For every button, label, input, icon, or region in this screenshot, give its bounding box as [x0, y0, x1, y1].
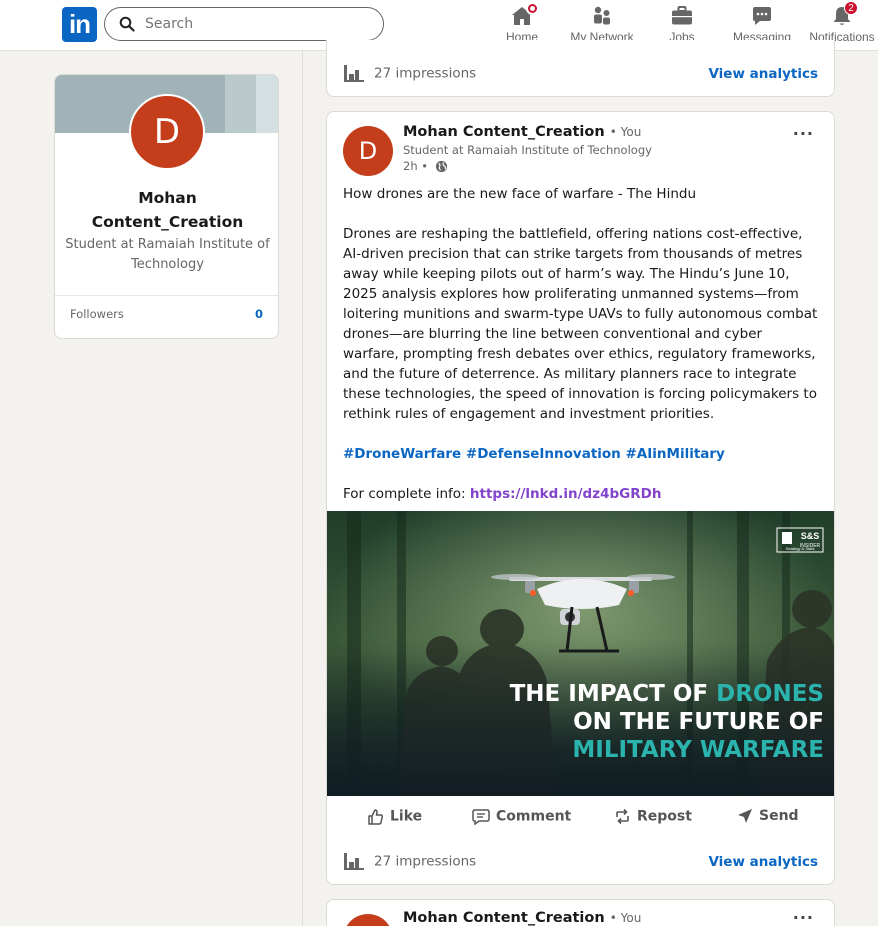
- post-image[interactable]: S&S INSIDER Strategy & Stats THE IMPACT …: [327, 511, 834, 796]
- post-info-line: For complete info: https://lnkd.in/dz4bG…: [343, 484, 821, 504]
- analytics-bars-icon: [344, 65, 364, 82]
- analytics-bars-icon: [344, 853, 364, 870]
- post-more-options-button[interactable]: ···: [793, 124, 814, 143]
- profile-divider: [55, 295, 278, 296]
- like-label: Like: [390, 808, 423, 825]
- image-headline-line1: THE IMPACT OF DRONES: [510, 681, 824, 707]
- post-author-you: • You: [609, 125, 642, 139]
- like-button[interactable]: Like: [367, 808, 422, 832]
- send-button[interactable]: Send: [737, 808, 799, 832]
- repost-icon: [616, 808, 629, 825]
- followers-count[interactable]: 0: [255, 307, 263, 321]
- post-author-headline: Student at Ramaiah Institute of Technolo…: [403, 143, 652, 157]
- view-analytics-link[interactable]: View analytics: [708, 854, 818, 870]
- linkedin-logo-icon[interactable]: in: [62, 7, 97, 42]
- home-icon: [510, 2, 539, 28]
- post-author-name[interactable]: Mohan Content_Creation: [403, 124, 605, 140]
- image-logo-top: S&S: [801, 531, 820, 541]
- post-body: Drones are reshaping the battlefield, of…: [343, 226, 818, 422]
- impressions-row[interactable]: 27 impressions: [344, 853, 476, 873]
- repost-label: Repost: [637, 808, 692, 825]
- comment-button[interactable]: Comment: [472, 808, 571, 832]
- notifications-badge: 2: [844, 1, 858, 15]
- post-author-avatar[interactable]: D: [343, 126, 393, 176]
- send-icon: [738, 809, 752, 823]
- post-card: D Mohan Content_Creation • You Student a…: [326, 111, 835, 885]
- briefcase-icon: [670, 4, 694, 28]
- next-post-author-avatar[interactable]: D: [343, 914, 393, 926]
- profile-card: D Mohan Content_Creation Student at Rama…: [54, 74, 279, 339]
- next-post-more-options-button[interactable]: ···: [793, 908, 814, 926]
- people-icon: [590, 4, 614, 28]
- bell-icon: 2: [830, 1, 858, 28]
- impressions-count: 27 impressions: [374, 853, 477, 870]
- post-text: How drones are the new face of warfare -…: [343, 184, 821, 524]
- thumbs-up-icon: [368, 809, 383, 825]
- followers-label[interactable]: Followers: [70, 307, 124, 321]
- post-actions-bar: Like Comment Repost Send: [327, 808, 834, 832]
- post-time: 2h •: [403, 159, 429, 173]
- previous-post-card: 27 impressions View analytics: [326, 40, 835, 97]
- comment-icon: [472, 809, 490, 826]
- image-headline-line3: MILITARY WARFARE: [572, 737, 824, 763]
- post-hashtags[interactable]: #DroneWarfare #DefenseInnovation #AIinMi…: [343, 444, 821, 464]
- view-analytics-link[interactable]: View analytics: [708, 66, 818, 82]
- next-post-author-you: • You: [609, 911, 642, 925]
- profile-avatar[interactable]: D: [129, 94, 205, 170]
- profile-name[interactable]: Mohan Content_Creation: [65, 186, 270, 234]
- search-box[interactable]: [104, 7, 384, 41]
- post-image-graphic: S&S INSIDER Strategy & Stats THE IMPACT …: [327, 511, 834, 796]
- image-logo-bottom: Strategy & Stats: [786, 546, 815, 551]
- send-label: Send: [759, 808, 799, 824]
- post-title: How drones are the new face of warfare -…: [343, 186, 697, 202]
- cover-shade-light: [256, 75, 278, 133]
- home-notification-dot: [526, 2, 539, 15]
- column-divider: [302, 51, 303, 926]
- next-post-card: D Mohan Content_Creation • You ···: [326, 899, 835, 926]
- search-icon: [119, 16, 135, 32]
- post-timestamp: 2h •: [403, 159, 448, 173]
- comment-label: Comment: [496, 808, 572, 825]
- globe-icon: [435, 160, 447, 173]
- chat-bubble-icon: [750, 4, 774, 28]
- profile-headline: Student at Ramaiah Institute of Technolo…: [65, 237, 270, 272]
- post-info-prefix: For complete info:: [343, 486, 470, 502]
- next-post-author-name[interactable]: Mohan Content_Creation: [403, 910, 605, 926]
- post-author[interactable]: Mohan Content_Creation • You: [403, 124, 641, 140]
- post-info-link[interactable]: https://lnkd.in/dz4bGRDh: [470, 486, 662, 502]
- search-input[interactable]: [145, 14, 375, 34]
- image-headline-line2: ON THE FUTURE OF: [573, 709, 824, 735]
- next-post-author[interactable]: Mohan Content_Creation • You: [403, 910, 641, 926]
- impressions-row[interactable]: 27 impressions: [344, 65, 476, 85]
- impressions-count: 27 impressions: [374, 65, 477, 82]
- repost-button[interactable]: Repost: [614, 808, 692, 832]
